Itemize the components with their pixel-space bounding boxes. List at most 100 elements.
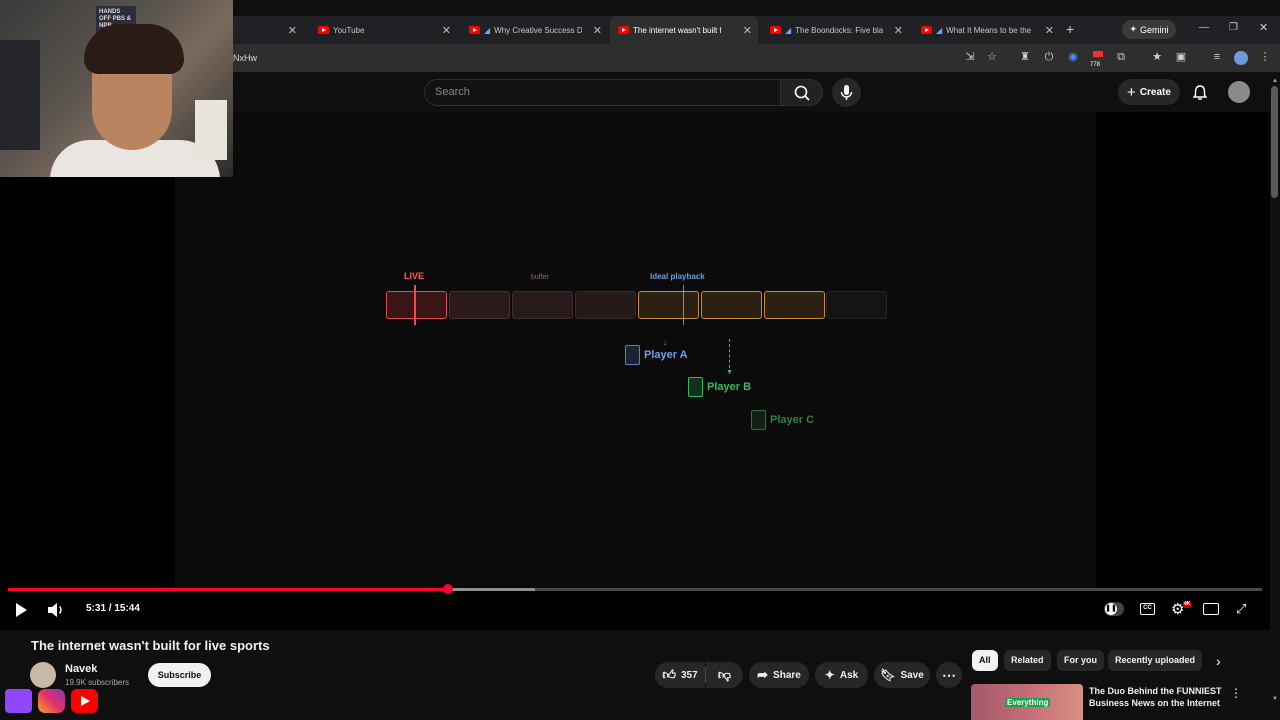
player-a: Player A — [625, 345, 688, 365]
tab-title: The internet wasn't built for l — [633, 25, 721, 35]
close-tab-icon[interactable]: ✕ — [743, 24, 752, 37]
create-button[interactable]: + Create — [1118, 79, 1180, 105]
search-button[interactable] — [781, 79, 823, 106]
more-actions-button[interactable]: ⋯ — [936, 662, 962, 688]
playback-segment — [638, 291, 699, 319]
chip-related[interactable]: Related — [1004, 650, 1051, 671]
autoplay-toggle[interactable]: ❚❚ — [1104, 602, 1124, 616]
side-panel-icon[interactable]: ▣ — [1174, 51, 1188, 63]
close-tab-icon[interactable]: ✕ — [442, 24, 451, 37]
tab-creative-success[interactable]: ◢ Why Creative Success De ✕ — [461, 16, 608, 44]
chip-for-you[interactable]: For you — [1057, 650, 1104, 671]
window-close-icon[interactable]: ✕ — [1259, 21, 1268, 34]
ideal-playback-label: Ideal playback — [650, 272, 705, 281]
chip-all[interactable]: All — [972, 650, 998, 671]
extension-icon[interactable]: ♜ — [1018, 51, 1032, 63]
tab-youtube[interactable]: YouTube ✕ — [310, 16, 457, 44]
chevron-right-icon[interactable]: › — [1216, 653, 1221, 669]
close-tab-icon[interactable]: ✕ — [288, 24, 297, 37]
new-tab-button[interactable]: + — [1066, 21, 1074, 37]
live-segment — [386, 291, 447, 319]
sparkle-icon: ✦ — [824, 668, 835, 682]
install-app-icon[interactable]: ⇲ — [963, 51, 977, 63]
plus-icon: + — [1127, 83, 1136, 101]
youtube-social-icon — [71, 689, 98, 713]
miniplayer-icon[interactable] — [1203, 603, 1219, 615]
close-tab-icon[interactable]: ✕ — [593, 24, 602, 37]
youtube-play-glyph — [81, 696, 90, 706]
sidebar-video-menu-icon[interactable]: ⋮ — [1230, 686, 1242, 700]
restore-icon[interactable]: ❐ — [1229, 22, 1238, 33]
bookmark-star-icon[interactable]: ☆ — [985, 51, 999, 63]
voice-search-button[interactable] — [832, 78, 861, 107]
scroll-up-icon[interactable]: ▲ — [1272, 78, 1278, 84]
sidebar-video-thumbnail[interactable]: Everything — [971, 684, 1083, 720]
video-title: The internet wasn't built for live sport… — [31, 638, 270, 653]
minimize-icon[interactable]: — — [1199, 22, 1209, 33]
profile-avatar[interactable] — [1234, 51, 1248, 65]
thumbs-down-icon: 👎︎ — [717, 667, 732, 682]
play-button[interactable] — [14, 602, 28, 623]
future-segment — [826, 291, 887, 319]
notifications-button[interactable] — [1192, 84, 1208, 106]
more-horizontal-icon: ⋯ — [942, 666, 956, 683]
play-icon — [16, 603, 27, 617]
tab-boondocks[interactable]: ◢ The Boondocks: Five blac ✕ — [762, 16, 909, 44]
live-marker-line — [414, 285, 416, 325]
microphone-icon — [840, 85, 853, 100]
buffer-segment — [575, 291, 636, 319]
close-tab-icon[interactable]: ✕ — [894, 24, 903, 37]
sidebar-video-title[interactable]: The Duo Behind the FUNNIEST Business New… — [1089, 685, 1224, 709]
webcam-chair — [0, 40, 40, 150]
tab-title: What It Means to be the — [946, 25, 1032, 35]
audio-extension-icon[interactable]: ◉ — [1066, 51, 1080, 63]
scroll-down-icon[interactable]: ▼ — [1272, 696, 1278, 702]
subscribe-button[interactable]: Subscribe — [148, 663, 211, 687]
tab-title: YouTube — [333, 25, 365, 35]
close-tab-icon[interactable]: ✕ — [1045, 24, 1054, 37]
ask-label: Ask — [839, 669, 859, 681]
player-b-dashed-line — [729, 339, 730, 373]
bell-icon — [1192, 85, 1208, 100]
player-b-arrow-icon: ▼ — [726, 369, 733, 376]
power-extension-icon[interactable]: ⏻ — [1042, 51, 1056, 63]
channel-avatar[interactable] — [30, 662, 56, 688]
player-b-device-icon — [688, 377, 703, 397]
browser-menu-icon[interactable]: ⋮ — [1258, 51, 1272, 63]
volume-icon — [48, 603, 62, 617]
tab-what-it-means[interactable]: ◢ What It Means to be the ✕ — [913, 16, 1060, 44]
tab-active-video[interactable]: The internet wasn't built for l ✕ — [610, 16, 758, 44]
save-button[interactable]: 🔖︎ Save — [874, 662, 930, 688]
ask-button[interactable]: ✦ Ask — [815, 662, 868, 688]
mute-button[interactable] — [47, 602, 65, 623]
gemini-button[interactable]: ✦ Gemini — [1122, 20, 1176, 39]
subtitles-cc-icon[interactable]: CC — [1140, 603, 1155, 615]
thumbnail-text: Everything — [1005, 698, 1051, 707]
account-avatar[interactable] — [1228, 81, 1250, 103]
fullscreen-icon[interactable]: ⤢ — [1236, 601, 1246, 617]
quality-badge: 4K — [1183, 601, 1192, 608]
player-c: Player C — [751, 410, 814, 430]
url-text[interactable]: NxHw — [233, 53, 257, 63]
chip-recently-uploaded[interactable]: Recently uploaded — [1108, 650, 1203, 671]
bookmarks-icon[interactable]: ★ — [1150, 51, 1164, 63]
tab-partial[interactable]: ✕ — [233, 16, 303, 44]
badge-extension-icon[interactable]: 778 — [1090, 51, 1106, 68]
dislike-button[interactable]: 👎︎ — [706, 662, 743, 688]
progress-played — [8, 588, 449, 591]
webcam-poster — [195, 100, 227, 160]
like-button[interactable]: 👍︎ 357 — [655, 662, 705, 688]
channel-name[interactable]: Navek — [65, 663, 97, 675]
player-a-label: Player A — [644, 349, 688, 361]
player-a-device-icon — [625, 345, 640, 365]
share-button[interactable]: ➦ Share — [749, 662, 809, 688]
puzzle-extensions-icon[interactable]: ⧉ — [1114, 51, 1128, 63]
instagram-icon — [38, 689, 65, 713]
page-scrollbar-thumb[interactable] — [1271, 86, 1278, 198]
progress-bar[interactable] — [8, 584, 1262, 594]
reading-list-icon[interactable]: ≡ — [1210, 51, 1224, 63]
gemini-sparkle-icon: ✦ — [1129, 24, 1138, 34]
playback-segment — [764, 291, 825, 319]
search-input[interactable]: Search — [424, 79, 781, 106]
youtube-favicon-icon — [770, 26, 781, 34]
